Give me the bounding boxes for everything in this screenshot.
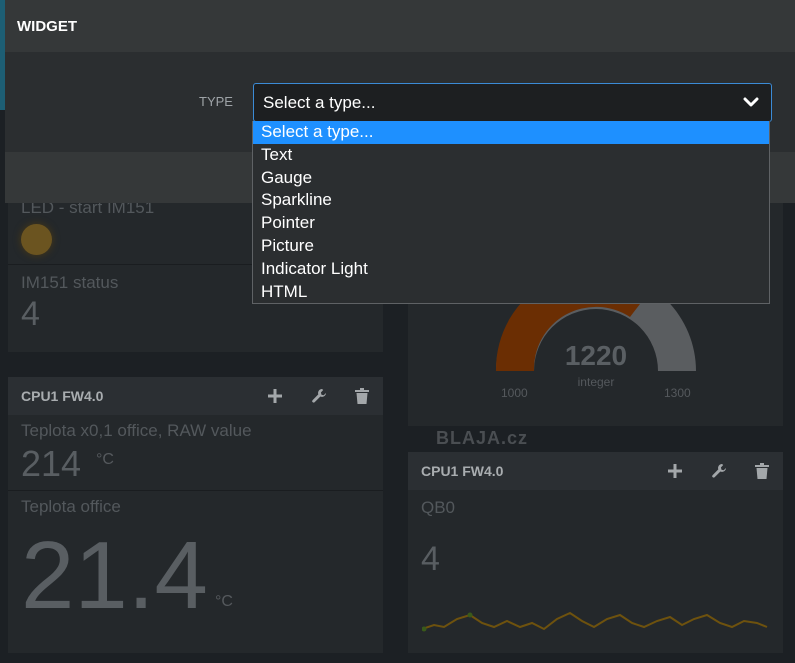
option-html[interactable]: HTML: [253, 281, 769, 304]
widget-temp-raw-title: Teplota x0,1 office, RAW value: [21, 421, 252, 440]
pane-title: CPU1 FW4.0: [21, 388, 104, 404]
option-text[interactable]: Text: [253, 144, 769, 167]
trash-icon[interactable]: [355, 388, 373, 404]
modal-header: WIDGET: [5, 0, 795, 52]
gauge-unit: integer: [577, 375, 615, 389]
gauge-min: 1000: [501, 386, 528, 400]
widget-qb0-value: 4: [421, 540, 440, 578]
widget-temp-raw-value: 214: [21, 443, 82, 484]
sparkline: [422, 611, 768, 632]
pane-cpu1-right: CPU1 FW4.0 QB0 4: [408, 452, 783, 653]
widget-temp-office-title: Teplota office: [21, 497, 121, 516]
watermark: BLAJA.cz: [436, 428, 529, 448]
widget-status-value: 4: [21, 295, 40, 333]
widget-temp-office-unit: °C: [215, 593, 233, 610]
widget-temp-raw-unit: °C: [96, 451, 114, 468]
widget-temp-raw: Teplota x0,1 office, RAW value 214 °C: [8, 415, 383, 491]
widget-status-title: IM151 status: [21, 273, 119, 292]
chevron-down-icon: [743, 97, 759, 107]
trash-icon[interactable]: [755, 463, 773, 479]
pane-title: CPU1 FW4.0: [421, 463, 504, 479]
widget-qb0-title: QB0: [421, 498, 456, 517]
modal-title: WIDGET: [17, 17, 77, 35]
plus-icon[interactable]: [267, 388, 285, 404]
pane-header: CPU1 FW4.0: [408, 452, 783, 490]
gauge-value: 1220: [564, 340, 628, 371]
indicator-light-icon: [21, 224, 52, 255]
pane-header: CPU1 FW4.0: [8, 377, 383, 415]
type-select-value: Select a type...: [263, 92, 376, 112]
pane-tools: [667, 452, 773, 490]
option-select-a-type[interactable]: Select a type...: [253, 121, 769, 144]
plus-icon[interactable]: [667, 463, 685, 479]
widget-temp-office: Teplota office 21.4 °C: [8, 491, 383, 651]
pane-cpu1-left: CPU1 FW4.0 Teplota x0,1 office, RAW valu…: [8, 377, 383, 653]
option-pointer[interactable]: Pointer: [253, 212, 769, 235]
dashboard-page: LED - start IM151 IM151 status 4 CPU1 FW…: [0, 0, 795, 663]
option-indicator-light[interactable]: Indicator Light: [253, 258, 769, 281]
type-select[interactable]: Select a type...: [253, 83, 772, 122]
type-dropdown-list: Select a type... Text Gauge Sparkline Po…: [252, 121, 770, 304]
pane-tools: [267, 377, 373, 415]
option-sparkline[interactable]: Sparkline: [253, 189, 769, 212]
widget-temp-office-value: 21.4: [21, 522, 208, 629]
wrench-icon[interactable]: [711, 463, 729, 479]
option-gauge[interactable]: Gauge: [253, 167, 769, 190]
option-picture[interactable]: Picture: [253, 235, 769, 258]
type-label: TYPE: [199, 94, 233, 109]
wrench-icon[interactable]: [311, 388, 329, 404]
gauge-max: 1300: [664, 386, 691, 400]
